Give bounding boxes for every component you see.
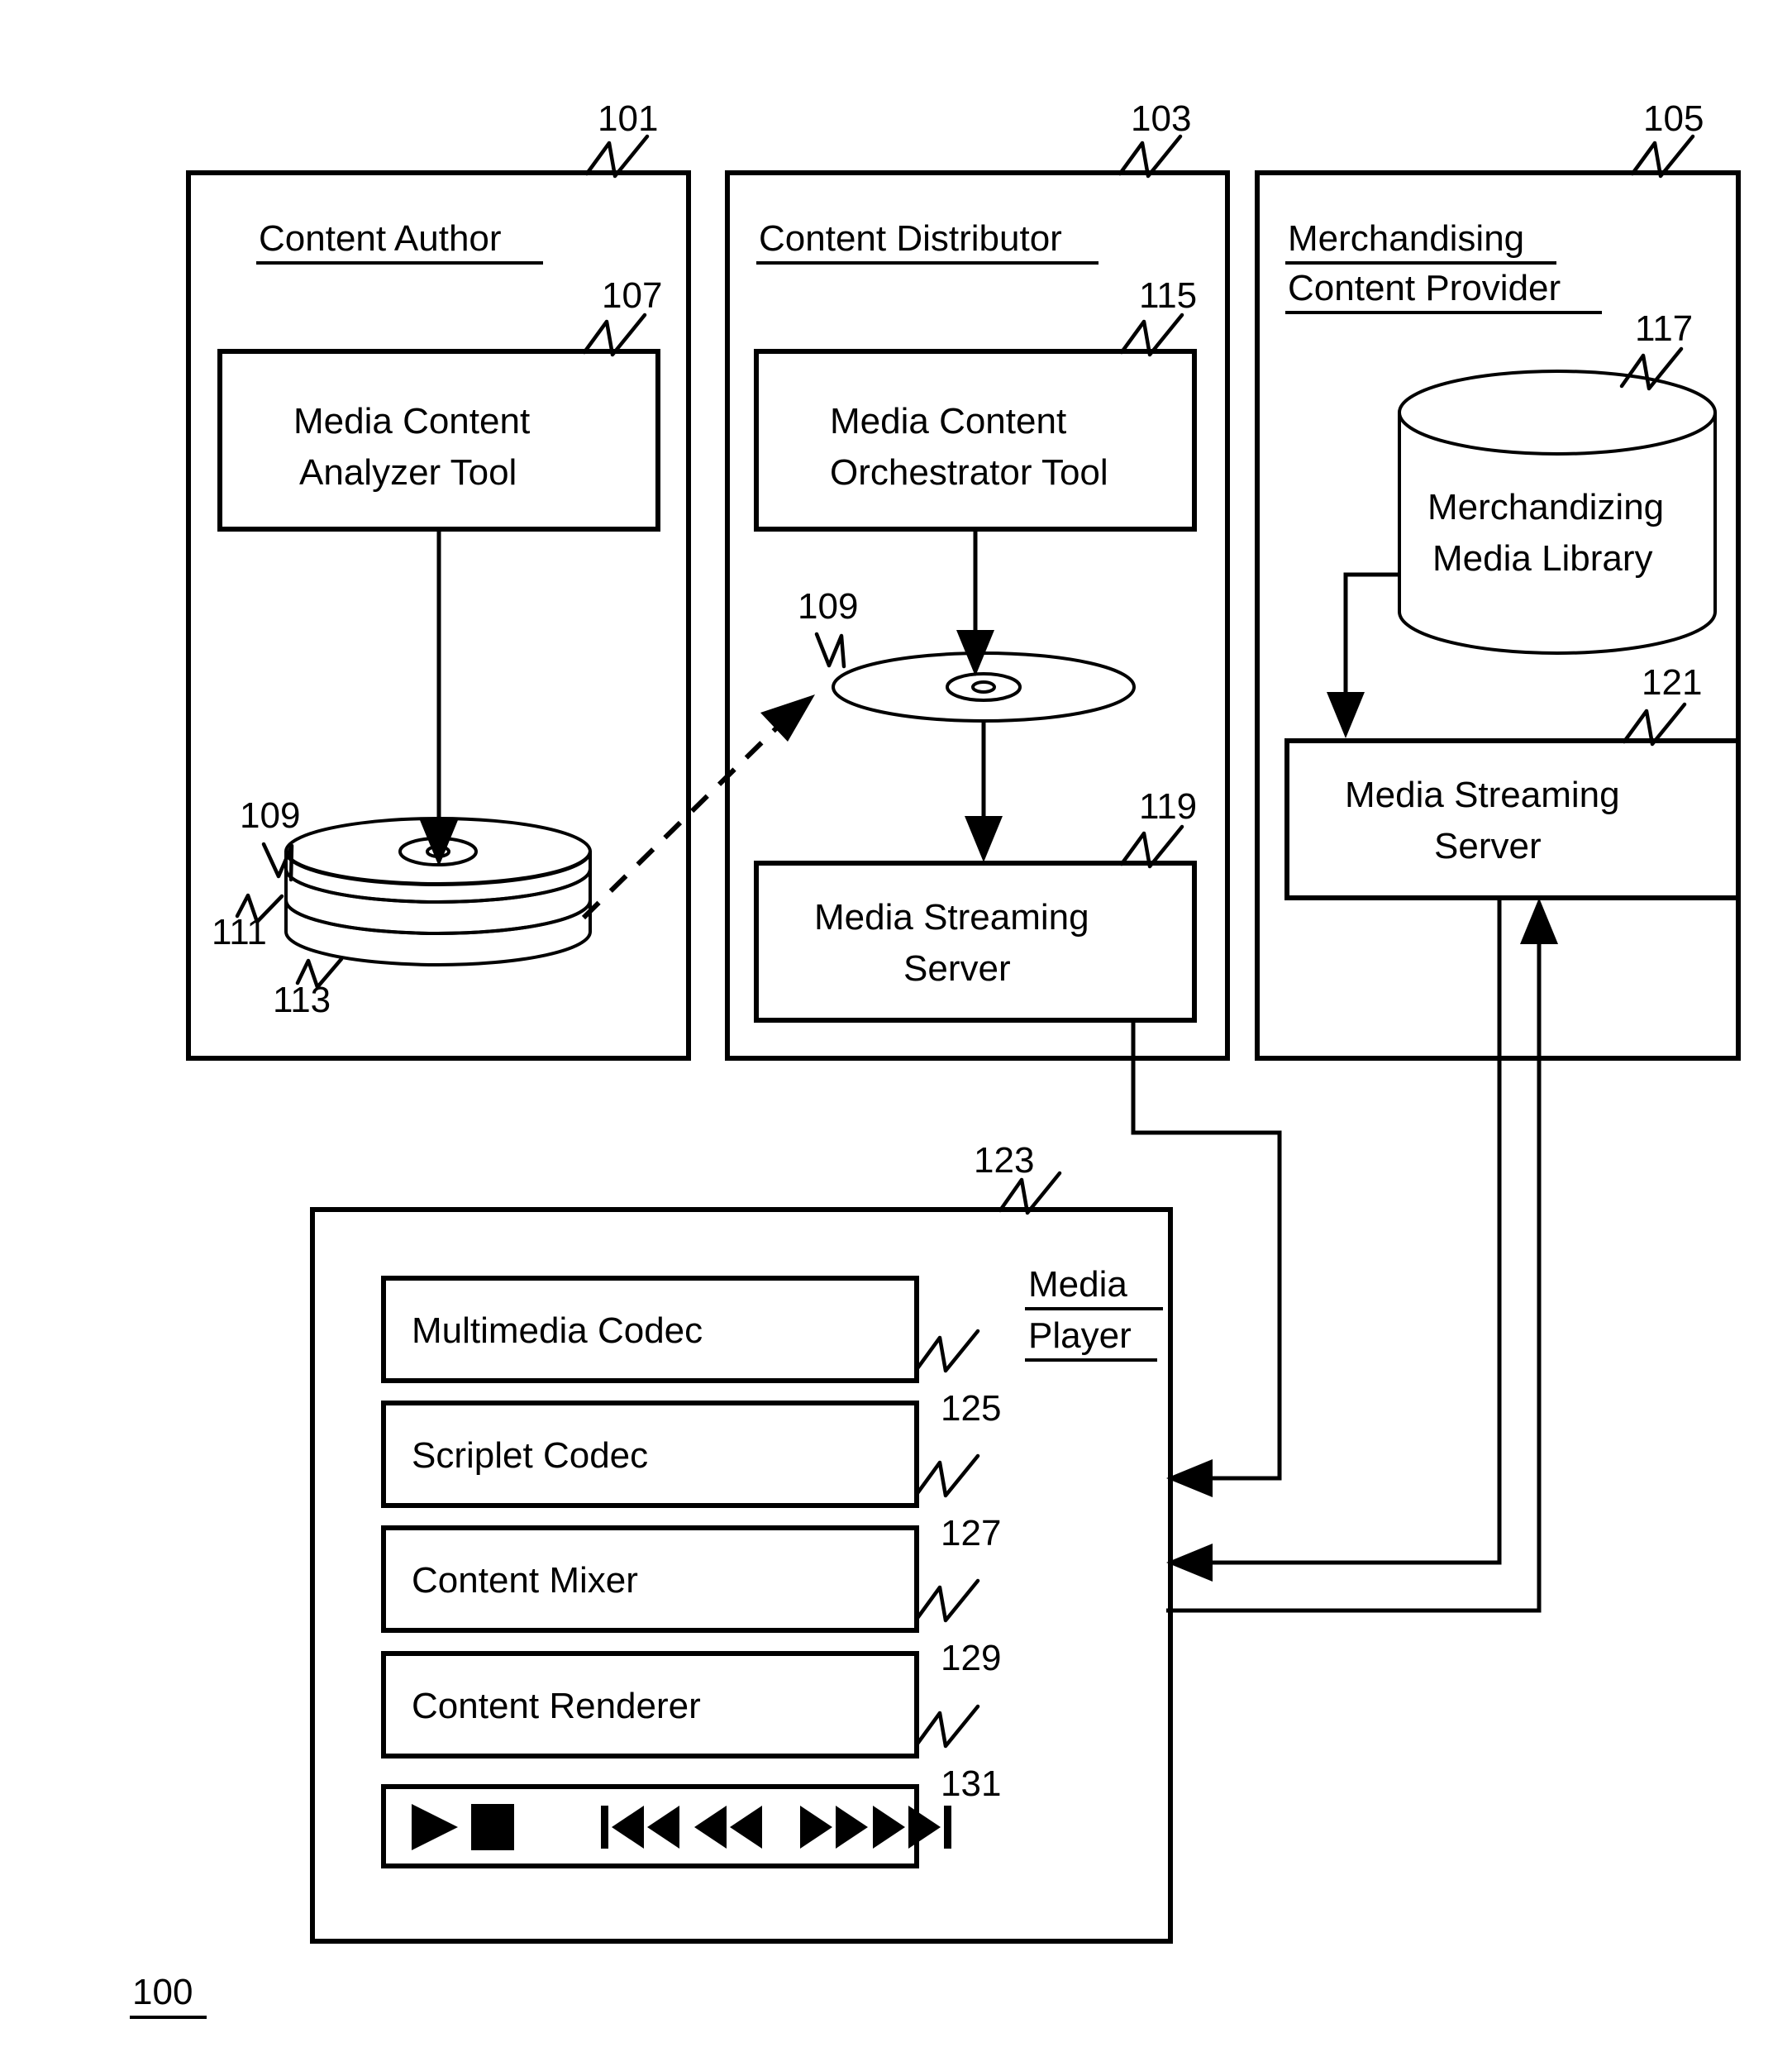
server119-to-player-arrowhead bbox=[1166, 1459, 1213, 1497]
author-tool-to-disc-arrowhead bbox=[420, 820, 458, 866]
ref-105-label: 105 bbox=[1643, 98, 1704, 139]
ref-103-label: 103 bbox=[1131, 98, 1191, 139]
panel-content-distributor: Content Distributor 103 Media Content Or… bbox=[725, 98, 1230, 1061]
analyzer-tool-line1: Media Content bbox=[293, 401, 530, 441]
connector-server119-to-player bbox=[1131, 1020, 1282, 1497]
library-line2: Media Library bbox=[1432, 538, 1653, 579]
play-icon[interactable] bbox=[412, 1804, 458, 1850]
server121-to-player-arrowhead bbox=[1166, 1544, 1213, 1582]
ref-131-leader bbox=[915, 1704, 980, 1749]
ref-129-leader bbox=[915, 1578, 980, 1623]
ref-121-label: 121 bbox=[1642, 662, 1702, 703]
server121-to-player-path bbox=[1207, 898, 1502, 1565]
skip-next-icon[interactable] bbox=[873, 1806, 951, 1849]
library-cylinder-top bbox=[1398, 370, 1717, 456]
ref-129-label: 129 bbox=[941, 1638, 1001, 1678]
ref-101-leader bbox=[584, 134, 650, 179]
rewind-icon[interactable] bbox=[694, 1806, 762, 1849]
disc-transfer-dashed-line bbox=[581, 725, 779, 920]
ref-117-label: 117 bbox=[1635, 308, 1693, 349]
disc-109-distributor-outline bbox=[832, 651, 1136, 723]
disc-109-distributor-hub-outer bbox=[946, 672, 1022, 702]
ref-125-leader bbox=[915, 1329, 980, 1373]
library-line1: Merchandizing bbox=[1427, 487, 1664, 527]
orchestrator-tool-line1: Media Content bbox=[830, 401, 1066, 441]
media-player-title-line2: Player bbox=[1028, 1315, 1132, 1356]
ref-121-leader bbox=[1622, 702, 1687, 747]
ref-115-leader bbox=[1119, 313, 1184, 357]
media-player-panel: 123 Media Player Multimedia Codec 125 Sc… bbox=[310, 1140, 1173, 1944]
disc-transfer-arrowhead bbox=[760, 694, 815, 742]
ref-127-leader bbox=[915, 1453, 980, 1498]
component-multimedia-codec[interactable]: Multimedia Codec 125 bbox=[381, 1276, 1001, 1429]
library-cylinder-body bbox=[1398, 413, 1717, 655]
ref-125-label: 125 bbox=[941, 1388, 1001, 1429]
server-119-line1: Media Streaming bbox=[814, 897, 1089, 938]
disc-109-distributor bbox=[832, 651, 1136, 723]
transport-control-bar bbox=[381, 1784, 951, 1868]
ref-113-label: 113 bbox=[273, 980, 331, 1020]
content-mixer-label: Content Mixer bbox=[412, 1560, 638, 1601]
scriplet-codec-label: Scriplet Codec bbox=[412, 1435, 648, 1476]
disc-109-distributor-hub-inner bbox=[971, 680, 996, 694]
disc-to-server-arrowhead bbox=[965, 816, 1003, 862]
media-streaming-server-121-box bbox=[1284, 738, 1741, 900]
connector-discstack-to-disc-dashed bbox=[581, 694, 815, 920]
server-121-line2: Server bbox=[1434, 826, 1542, 866]
fast-forward-icon[interactable] bbox=[800, 1806, 868, 1849]
ref-115-label: 115 bbox=[1139, 275, 1197, 316]
ref-119-leader bbox=[1119, 824, 1184, 869]
component-content-renderer[interactable]: Content Renderer 131 bbox=[381, 1651, 1001, 1804]
content-renderer-label: Content Renderer bbox=[412, 1686, 701, 1726]
analyzer-tool-line2: Analyzer Tool bbox=[299, 452, 517, 493]
ref-123-label: 123 bbox=[974, 1140, 1034, 1181]
patent-figure: Content Author 101 Media Content Analyze… bbox=[0, 0, 1792, 2052]
stop-icon[interactable] bbox=[471, 1804, 514, 1850]
figure-canvas: Content Author 101 Media Content Analyze… bbox=[130, 98, 1741, 2019]
ref-101-label: 101 bbox=[598, 98, 658, 139]
ref-109-distributor-label: 109 bbox=[798, 586, 858, 627]
media-streaming-server-119-box bbox=[754, 861, 1197, 1023]
player-to-server121-arrowhead bbox=[1520, 898, 1558, 944]
panel-content-author: Content Author 101 Media Content Analyze… bbox=[186, 98, 691, 1061]
merchandising-title-line2: Content Provider bbox=[1288, 268, 1561, 308]
multimedia-codec-label: Multimedia Codec bbox=[412, 1310, 703, 1351]
ref-109-distributor-leader bbox=[814, 632, 846, 669]
server-121-line1: Media Streaming bbox=[1345, 775, 1620, 815]
ref-107-leader bbox=[582, 313, 647, 357]
ref-103-leader bbox=[1118, 134, 1183, 179]
merchandising-title-line1: Merchandising bbox=[1288, 218, 1524, 259]
orchestrator-tool-line2: Orchestrator Tool bbox=[830, 452, 1108, 493]
ref-127-label: 127 bbox=[941, 1513, 1001, 1553]
ref-131-label: 131 bbox=[941, 1763, 1001, 1804]
figure-number-label: 100 bbox=[132, 1972, 193, 2012]
server119-to-player-path bbox=[1131, 1020, 1282, 1481]
ref-105-leader bbox=[1630, 134, 1695, 179]
ref-109-stack-label: 109 bbox=[240, 795, 300, 836]
player-to-server121-path bbox=[1166, 942, 1542, 1613]
component-scriplet-codec[interactable]: Scriplet Codec 127 bbox=[381, 1401, 1001, 1553]
content-distributor-title: Content Distributor bbox=[759, 218, 1062, 259]
ref-107-label: 107 bbox=[602, 275, 662, 316]
library-to-server-line bbox=[1343, 572, 1399, 703]
skip-previous-icon[interactable] bbox=[601, 1806, 679, 1849]
media-player-title-line1: Media bbox=[1028, 1264, 1127, 1305]
ref-119-label: 119 bbox=[1139, 786, 1197, 827]
figure-number: 100 bbox=[130, 1972, 207, 2019]
content-author-title: Content Author bbox=[259, 218, 502, 259]
server-119-line2: Server bbox=[903, 948, 1011, 989]
library-to-server-arrowhead bbox=[1327, 692, 1365, 738]
